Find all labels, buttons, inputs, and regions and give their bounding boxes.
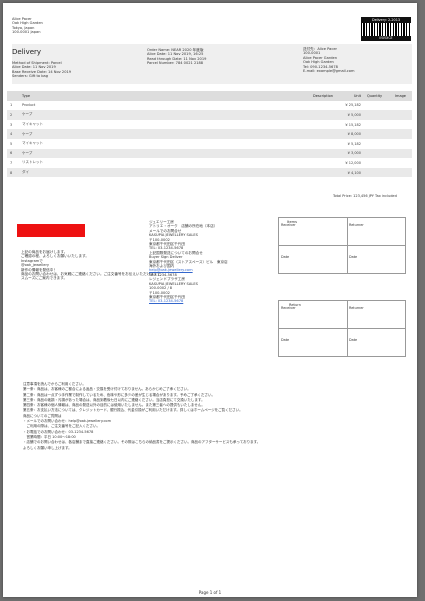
box-top-date-right: Date [349, 255, 358, 259]
header-quantity: Quantity [364, 91, 392, 101]
box-bottom-returner: Returner [349, 306, 364, 310]
row-description [310, 139, 342, 149]
table-row: 4 ケープ ¥ 8,000 [7, 129, 412, 139]
row-type: ケープ [19, 129, 310, 139]
box-bottom-receiver: Receiver [281, 306, 296, 310]
notes: 上記の商品をお届けします。 ご確認の程、よろしくお願いいたします。 Instagra… [21, 250, 161, 281]
row-image [392, 158, 412, 168]
row-description [310, 158, 342, 168]
row-quantity [364, 139, 392, 149]
row-unit: ¥ 5,182 [347, 141, 361, 146]
row-quantity [364, 101, 392, 111]
row-index: 8 [7, 167, 19, 178]
table-row: 6 ケープ ¥ 3,000 [7, 148, 412, 159]
header-description: Description [310, 91, 342, 101]
delivery-document-page: Alice Pacer Oak High Garden Tokyo, Japan 10… [3, 3, 417, 597]
row-image [392, 120, 412, 130]
row-image [392, 139, 412, 149]
row-type: マイキャット [22, 122, 43, 127]
row-index: 1 [10, 103, 13, 108]
box-top-returner: Returner [349, 223, 364, 227]
customer-info-line: Senders: Gift to bag [12, 74, 49, 79]
row-quantity [364, 129, 392, 139]
row-image [392, 129, 412, 139]
row-description [310, 120, 342, 130]
row-unit: ¥ 8,000 [342, 129, 364, 139]
row-unit: ¥ 25,182 [345, 103, 361, 108]
row-unit: ¥ 5,000 [342, 110, 364, 120]
row-index: 6 [7, 148, 19, 159]
table-row: 8 ダイ ¥ 4,100 [7, 167, 412, 178]
table-row: 7 リストレット ¥ 12,000 [7, 158, 412, 168]
box-top-date-left: Date [281, 255, 290, 259]
header-type: Type [19, 91, 310, 101]
row-quantity [364, 167, 392, 178]
row-image [392, 110, 412, 120]
order-info-line: Parcel Number: 784 0021 2188 [147, 61, 204, 66]
row-description [310, 110, 342, 120]
row-type: ダイ [19, 167, 310, 178]
contact-info: ジュエリー工房 アトリエ・オーク 店舗の所在地（本店） メールでのお問合せ KASUP… [149, 220, 228, 304]
order-info: Order Name: NEAR 2020 年度版 Alice Date: 11 … [147, 48, 206, 66]
red-brand-block [17, 224, 85, 237]
page-footer: Page 1 of 1 [198, 590, 222, 595]
terms-line: 第五条：お支払い方法については、クレジットカード、銀行振込、代金引換がご利用いた… [23, 408, 243, 413]
row-index: 7 [10, 160, 13, 165]
items-table-header: Type Description Unit Quantity Image [7, 91, 412, 101]
box-bottom-date-right: Date [349, 338, 358, 342]
row-image [392, 101, 412, 111]
header-image: Image [392, 91, 412, 101]
row-type: Product [22, 103, 36, 108]
terms-and-conditions: 注意事項を読んでからご利用ください。 第一条：商品は、お客様のご都合による返品・交… [23, 382, 260, 451]
seller-address: Alice Pacer Oak High Garden Tokyo, Japan 10… [12, 17, 43, 35]
row-image [392, 167, 412, 178]
row-index: 2 [7, 110, 19, 120]
row-unit: ¥ 15,182 [345, 122, 361, 127]
row-type: ケープ [19, 148, 310, 159]
seller-address-line: 100-0001 Japan [12, 30, 41, 35]
row-type: ケープ [19, 110, 310, 120]
table-row: 2 ケープ ¥ 5,000 [7, 110, 412, 120]
row-unit: ¥ 12,000 [345, 160, 361, 165]
barcode-number: INVOICE [361, 36, 411, 41]
note-line: スムーズにご案内できます。 [21, 276, 68, 281]
box-bottom-date-left: Date [281, 338, 290, 342]
table-row: 1 Product ¥ 25,182 [7, 101, 412, 111]
barcode-bars [361, 23, 411, 37]
row-index: 4 [7, 129, 19, 139]
box-top-receiver: Receiver [281, 223, 296, 227]
row-quantity [364, 120, 392, 130]
contact-line[interactable]: TEL: 03-1234-5678 [149, 299, 228, 303]
row-description [310, 129, 342, 139]
row-quantity [364, 148, 392, 159]
row-type: リストレット [22, 160, 43, 165]
terms-line: よろしくお願い申し上げます。 [23, 445, 72, 450]
row-index: 3 [10, 122, 13, 127]
row-unit: ¥ 3,000 [342, 148, 364, 159]
barcode: Delivery: 2-2013 INVOICE [361, 17, 411, 41]
table-row: 5 マイキャット ¥ 5,182 [7, 139, 412, 149]
row-image [392, 148, 412, 159]
row-description [310, 101, 342, 111]
row-description [310, 167, 342, 178]
document-title: Delivery [12, 48, 42, 56]
customer-info: Method of Shipment: Parcel Alice Date: 11… [12, 61, 71, 79]
items-table: Type Description Unit Quantity Image 1 Pr… [7, 91, 412, 178]
signature-box-top: Receiver Returner Date Date [278, 217, 406, 274]
terms-line: ・店舗でのお問い合わせは、各店舗まで直接ご連絡ください。その際はこちらの納品書を… [23, 440, 261, 445]
header-unit: Unit [342, 91, 364, 101]
signature-box-bottom: Receiver Returner Date Date [278, 300, 406, 357]
table-row: 3 マイキャット ¥ 15,182 [7, 120, 412, 130]
row-quantity [364, 110, 392, 120]
ship-to-line: E-mail: example@gmail.com [303, 69, 355, 74]
header-index [7, 91, 19, 101]
row-unit: ¥ 4,100 [342, 167, 364, 178]
row-quantity [364, 158, 392, 168]
row-type: マイキャット [22, 141, 43, 146]
row-description [310, 148, 342, 159]
total-price: Total Price: 123,456 JPY Tax included [333, 194, 397, 198]
row-index: 5 [10, 141, 13, 146]
ship-to-info: 送付先：Alice Pacer 100-0001 Alice Pacer Garde… [303, 47, 354, 73]
